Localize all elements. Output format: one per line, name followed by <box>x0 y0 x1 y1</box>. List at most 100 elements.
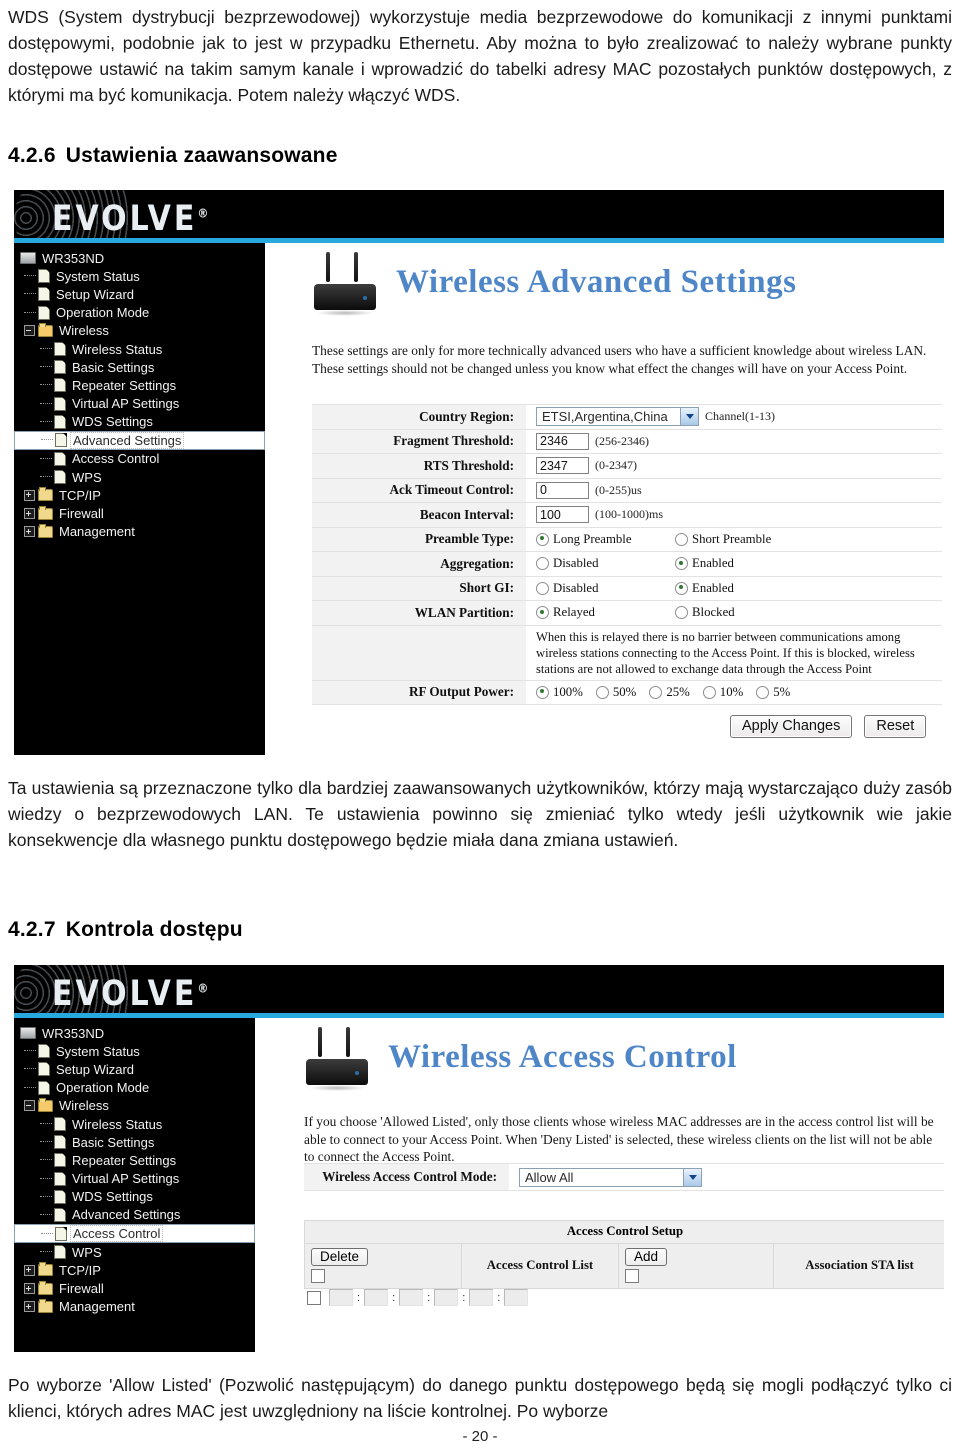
radio-icon-rf-10[interactable] <box>702 685 716 699</box>
fragment-threshold-input[interactable] <box>536 432 589 450</box>
expand-icon[interactable] <box>24 1283 35 1295</box>
reset-button[interactable]: Reset <box>864 715 927 738</box>
form-row-preamble-type: Preamble Type: Long Preamble Short Pream… <box>312 527 942 552</box>
sidebar-item-wps[interactable]: WPS <box>14 1243 255 1261</box>
radio-icon-aggregation-disabled[interactable] <box>536 557 549 571</box>
sidebar-item-system-status[interactable]: System Status <box>14 267 265 285</box>
sidebar-item-virtual-ap-settings[interactable]: Virtual AP Settings <box>14 395 265 413</box>
radio-short-preamble[interactable]: Short Preamble <box>675 532 771 547</box>
mac-octet-1-input[interactable] <box>329 1289 353 1306</box>
sidebar-items-container: System Status Setup Wizard Operation Mode W… <box>14 267 265 541</box>
sidebar-item-label: Firewall <box>59 506 104 522</box>
delete-button[interactable]: Delete <box>311 1248 369 1266</box>
sidebar-item-advanced-settings[interactable]: Advanced Settings <box>14 430 265 450</box>
sidebar-item-wireless-status[interactable]: Wireless Status <box>14 340 265 358</box>
sidebar-item-tcp-ip[interactable]: TCP/IP <box>14 1261 255 1279</box>
sidebar-item-basic-settings[interactable]: Basic Settings <box>14 358 265 376</box>
radio-icon-short-preamble[interactable] <box>675 532 688 546</box>
country-region-select[interactable]: ETSI,Argentina,China <box>536 407 699 427</box>
radio-rf-100[interactable]: 100% <box>536 685 583 700</box>
radio-icon-rf-5[interactable] <box>756 685 770 699</box>
expand-icon[interactable] <box>24 1264 35 1276</box>
chevron-down-icon[interactable] <box>680 408 698 426</box>
sidebar-item-firewall[interactable]: Firewall <box>14 1279 255 1297</box>
radio-shortgi-enabled[interactable]: Enabled <box>675 581 734 596</box>
delete-select-all-checkbox[interactable] <box>311 1269 325 1283</box>
sidebar-item-wds-settings[interactable]: WDS Settings <box>14 1188 255 1206</box>
ack-timeout-input[interactable] <box>536 481 589 499</box>
sidebar-item-wireless[interactable]: Wireless <box>14 322 265 340</box>
sidebar-item-access-control[interactable]: Access Control <box>14 1224 255 1244</box>
sidebar-item-operation-mode[interactable]: Operation Mode <box>14 304 265 322</box>
sidebar-item-access-control[interactable]: Access Control <box>14 450 265 468</box>
access-control-mode-select[interactable]: Allow All <box>519 1167 702 1187</box>
sidebar-item-management[interactable]: Management <box>14 1298 255 1316</box>
add-row-checkbox[interactable] <box>625 1269 639 1283</box>
radio-rf-10[interactable]: 10% <box>702 685 743 700</box>
value-preamble-type: Long Preamble Short Preamble <box>526 528 942 552</box>
mac-octet-2-input[interactable] <box>364 1289 389 1306</box>
sidebar-navigation-tree-advanced[interactable]: WR353ND System Status Setup Wizard Operati… <box>14 243 265 755</box>
radio-rf-50[interactable]: 50% <box>595 685 636 700</box>
sidebar-item-wireless[interactable]: Wireless <box>14 1097 255 1115</box>
sidebar-item-operation-mode[interactable]: Operation Mode <box>14 1079 255 1097</box>
registered-mark: ® <box>197 205 209 221</box>
radio-icon-rf-100[interactable] <box>536 685 549 699</box>
expand-icon[interactable] <box>24 526 35 538</box>
sidebar-item-tcp-ip[interactable]: TCP/IP <box>14 486 265 504</box>
radio-icon-rf-25[interactable] <box>649 685 663 699</box>
sidebar-item-repeater-settings[interactable]: Repeater Settings <box>14 1151 255 1169</box>
radio-label-shortgi-disabled: Disabled <box>553 580 599 595</box>
expand-icon[interactable] <box>24 1301 35 1313</box>
sidebar-root-node-2[interactable]: WR353ND <box>14 1024 255 1042</box>
sidebar-item-label: Basic Settings <box>72 1134 155 1150</box>
sidebar-item-system-status[interactable]: System Status <box>14 1042 255 1060</box>
chevron-down-icon-2[interactable] <box>683 1168 701 1186</box>
mac-row-checkbox[interactable] <box>307 1290 321 1305</box>
radio-icon-shortgi-enabled[interactable] <box>675 581 688 595</box>
radio-shortgi-disabled[interactable]: Disabled <box>536 581 669 596</box>
sidebar-item-wps[interactable]: WPS <box>14 468 265 486</box>
radio-aggregation-enabled[interactable]: Enabled <box>675 556 734 571</box>
expand-icon[interactable] <box>24 489 35 501</box>
sidebar-item-repeater-settings[interactable]: Repeater Settings <box>14 376 265 394</box>
radio-icon-rf-50[interactable] <box>595 685 609 699</box>
add-button[interactable]: Add <box>625 1248 668 1266</box>
mac-octet-6-input[interactable] <box>504 1289 529 1306</box>
rts-threshold-input[interactable] <box>536 457 589 475</box>
mac-octet-3-input[interactable] <box>399 1289 424 1306</box>
sidebar-item-wds-settings[interactable]: WDS Settings <box>14 413 265 431</box>
radio-long-preamble[interactable]: Long Preamble <box>536 532 669 547</box>
radio-wlan-blocked[interactable]: Blocked <box>675 605 735 620</box>
sidebar-root-node[interactable]: WR353ND <box>14 249 265 267</box>
radio-wlan-relayed[interactable]: Relayed <box>536 605 669 620</box>
mac-address-entry-row: : : : : : <box>307 1289 529 1306</box>
radio-icon-aggregation-enabled[interactable] <box>675 557 688 571</box>
collapse-icon[interactable] <box>24 325 35 337</box>
sidebar-item-advanced-settings[interactable]: Advanced Settings <box>14 1206 255 1224</box>
radio-rf-25[interactable]: 25% <box>649 685 690 700</box>
sidebar-item-setup-wizard[interactable]: Setup Wizard <box>14 1060 255 1078</box>
expand-icon[interactable] <box>24 508 35 520</box>
collapse-icon[interactable] <box>24 1100 35 1112</box>
apply-changes-button[interactable]: Apply Changes <box>730 715 853 738</box>
router-device-icon-2 <box>20 1027 36 1040</box>
mac-octet-5-input[interactable] <box>469 1289 494 1306</box>
sidebar-navigation-tree-access-control[interactable]: WR353ND System Status Setup Wizard Operati… <box>14 1018 255 1352</box>
radio-icon-shortgi-disabled[interactable] <box>536 581 549 595</box>
radio-rf-5[interactable]: 5% <box>756 685 790 700</box>
sidebar-item-firewall[interactable]: Firewall <box>14 504 265 522</box>
radio-icon-wlan-relayed[interactable] <box>536 606 549 620</box>
sidebar-item-basic-settings[interactable]: Basic Settings <box>14 1133 255 1151</box>
sidebar-item-management[interactable]: Management <box>14 523 265 541</box>
hint-fragment-threshold: (256-2346) <box>595 433 649 448</box>
radio-icon-wlan-blocked[interactable] <box>675 606 688 620</box>
sidebar-item-virtual-ap-settings[interactable]: Virtual AP Settings <box>14 1170 255 1188</box>
sidebar-item-setup-wizard[interactable]: Setup Wizard <box>14 285 265 303</box>
mac-octet-4-input[interactable] <box>434 1289 459 1306</box>
radio-aggregation-disabled[interactable]: Disabled <box>536 556 669 571</box>
radio-icon-long-preamble[interactable] <box>536 532 549 546</box>
beacon-interval-input[interactable] <box>536 506 589 524</box>
sidebar-item-wireless-status[interactable]: Wireless Status <box>14 1115 255 1133</box>
tree-connector-line <box>40 1213 52 1216</box>
